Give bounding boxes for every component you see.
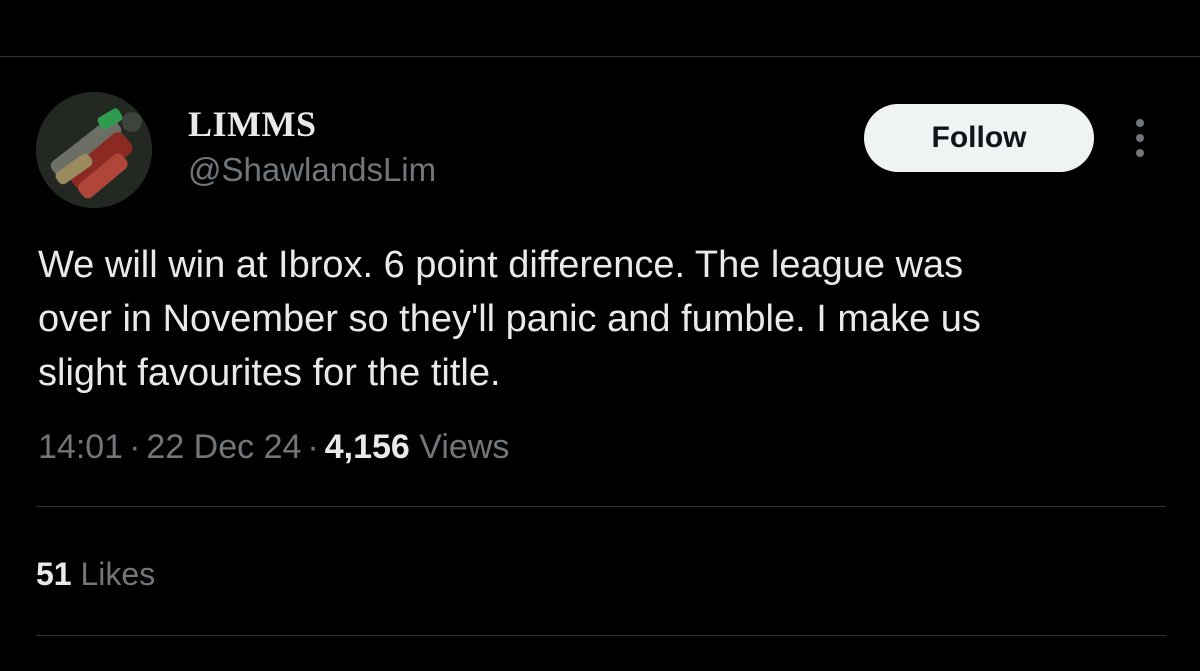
- likes-count: 51: [36, 556, 72, 592]
- profile-photo-avatar: [36, 92, 152, 208]
- author-display-name[interactable]: LIMMS: [188, 104, 317, 144]
- avatar[interactable]: [36, 92, 152, 208]
- tweet-text-line: over in November so they'll panic and fu…: [38, 298, 981, 340]
- likes-label: Likes: [80, 556, 156, 592]
- tweet-meta: 14:01 · 22 Dec 24 · 4,156 Views: [38, 425, 509, 469]
- views-label: Views: [419, 428, 510, 466]
- stats-divider-bottom: [36, 635, 1166, 636]
- author-handle[interactable]: @ShawlandsLim: [188, 150, 436, 190]
- stats-divider-top: [36, 506, 1166, 507]
- tweet-time[interactable]: 14:01: [38, 428, 123, 466]
- tweet-text: We will win at Ibrox. 6 point difference…: [38, 238, 1168, 400]
- more-options-button[interactable]: [1122, 114, 1158, 162]
- tweet-text-line: We will win at Ibrox. 6 point difference…: [38, 244, 964, 286]
- meta-separator: ·: [129, 428, 141, 466]
- follow-button[interactable]: Follow: [864, 104, 1094, 172]
- top-divider: [0, 56, 1200, 57]
- more-vertical-icon: [1136, 119, 1144, 157]
- views-count: 4,156: [324, 428, 410, 466]
- meta-separator: ·: [307, 428, 319, 466]
- tweet-text-line: slight favourites for the title.: [38, 352, 501, 394]
- tweet-date[interactable]: 22 Dec 24: [146, 428, 301, 466]
- likes-stat[interactable]: 51 Likes: [36, 552, 155, 596]
